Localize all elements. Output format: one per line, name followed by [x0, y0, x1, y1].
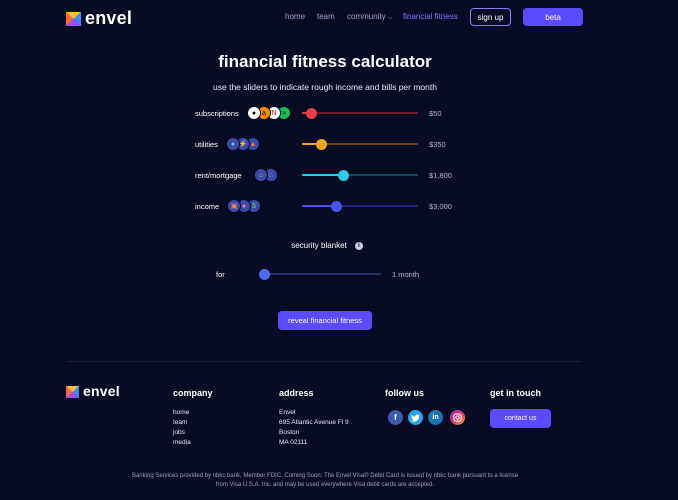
address-line: Boston — [279, 429, 300, 436]
slider-label-utilities: utilities — [195, 140, 218, 149]
chevron-down-icon: ⌵ — [387, 15, 393, 21]
brand-name: envel — [85, 8, 133, 28]
security-blanket-for-label: for — [216, 270, 225, 279]
slider-label-income: income — [195, 202, 220, 211]
footer-follow-heading: follow us — [385, 388, 424, 398]
address-line: Envel — [279, 409, 296, 416]
house-icon: ⌂ — [254, 168, 268, 182]
footer-link-jobs[interactable]: jobs — [173, 429, 185, 436]
instagram-icon[interactable] — [450, 410, 465, 425]
twitter-icon[interactable] — [408, 410, 423, 425]
security-blanket-label: security blanket — [291, 241, 347, 250]
nav-community-label: community — [347, 12, 386, 21]
slider-track[interactable] — [302, 205, 418, 207]
linkedin-icon[interactable]: in — [428, 410, 443, 425]
footer-link-home[interactable]: home — [173, 409, 189, 416]
footer-link-team[interactable]: team — [173, 419, 187, 426]
footer-envel-logo[interactable]: envel — [66, 383, 120, 399]
slider-handle[interactable] — [331, 201, 342, 212]
slider-value: $1,800 — [429, 171, 452, 180]
facebook-icon[interactable]: f — [388, 410, 403, 425]
slider-value: $50 — [429, 109, 442, 118]
nav-financial-fitness[interactable]: financial fitness — [403, 12, 458, 21]
slider-value: $3,000 — [429, 202, 452, 211]
footer-get-in-touch-heading: get in touch — [490, 388, 541, 398]
footer-company-heading: company — [173, 388, 213, 398]
address-line: MA 02111 — [279, 439, 308, 446]
security-blanket-track[interactable] — [264, 273, 381, 275]
slider-handle[interactable] — [316, 139, 327, 150]
page-title: financial fitness calculator — [218, 52, 432, 71]
footer-link-media[interactable]: media — [173, 439, 191, 446]
envel-logo-icon — [66, 11, 81, 26]
legal-disclaimer: Banking Services provided by nbkc bank, … — [131, 473, 519, 488]
contact-us-button[interactable]: contact us — [490, 409, 551, 428]
nav-community[interactable]: community ⌵ — [347, 12, 392, 22]
slider-label-subscriptions: subscriptions — [195, 109, 239, 118]
nav-home[interactable]: home — [285, 12, 305, 21]
security-blanket-slider-handle[interactable] — [259, 269, 270, 280]
footer-divider — [66, 361, 582, 362]
envel-logo[interactable]: envel — [66, 8, 132, 29]
address-line: 695 Atlantic Avenue Fl 9 — [279, 419, 349, 426]
info-icon[interactable]: i — [355, 242, 363, 250]
water-drop-icon: ● — [226, 137, 240, 151]
page-subtitle: use the sliders to indicate rough income… — [213, 82, 437, 92]
sign-up-button[interactable]: sign up — [470, 8, 511, 26]
apple-icon: ● — [247, 106, 261, 120]
slider-value: $350 — [429, 140, 446, 149]
footer-brand-name: envel — [83, 383, 120, 399]
slider-track[interactable] — [302, 174, 418, 176]
slider-handle[interactable] — [338, 170, 349, 181]
slider-label-rent-mortgage: rent/mortgage — [195, 171, 242, 180]
beta-button[interactable]: beta — [523, 8, 583, 26]
nav-team[interactable]: team — [317, 12, 335, 21]
slider-track[interactable] — [302, 112, 418, 114]
footer-address-heading: address — [279, 388, 314, 398]
security-blanket-value: 1 month — [392, 270, 420, 279]
reveal-financial-fitness-button[interactable]: reveal financial fitness — [278, 311, 372, 330]
briefcase-icon: ▣ — [227, 199, 241, 213]
envel-logo-icon — [66, 385, 79, 398]
slider-handle[interactable] — [306, 108, 317, 119]
